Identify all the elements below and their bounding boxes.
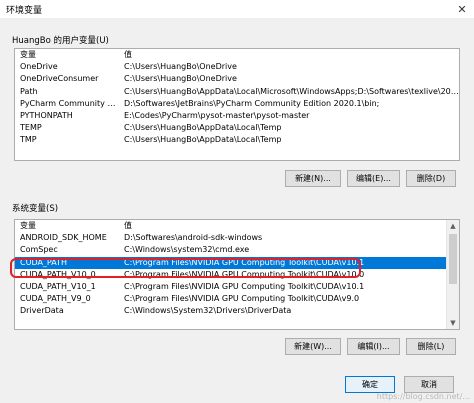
variable-value: C:\Users\HuangBo\OneDrive	[124, 74, 237, 84]
system-edit-button[interactable]: 编辑(I)...	[347, 338, 400, 355]
system-delete-button[interactable]: 删除(L)	[406, 338, 456, 355]
variable-value: C:\Users\HuangBo\OneDrive	[124, 62, 237, 72]
close-icon[interactable]: ✕	[450, 0, 474, 18]
table-row[interactable]: CUDA_PATH C:\Program Files\NVIDIA GPU Com…	[15, 256, 459, 269]
scroll-up-arrow-icon[interactable]: ▲	[447, 220, 459, 232]
cancel-button[interactable]: 取消	[404, 376, 454, 393]
table-row[interactable]: PyCharm Community Editi... D:\Softwares\J…	[15, 98, 459, 110]
variable-value: D:\Softwares\JetBrains\PyCharm Community…	[124, 98, 380, 108]
variable-value: C:\Program Files\NVIDIA GPU Computing To…	[124, 294, 360, 304]
scroll-down-arrow-icon[interactable]: ▼	[447, 317, 459, 329]
table-row[interactable]: PYTHONPATH E:\Codes\PyCharm\pysot-master\…	[15, 110, 459, 122]
variable-name: CUDA_PATH_V10_0	[20, 269, 96, 279]
system-vars-header: 变量 值	[15, 220, 459, 232]
variable-value: C:\Program Files\NVIDIA GPU Computing To…	[124, 257, 365, 267]
variable-value: C:\Users\HuangBo\AppData\Local\Microsoft…	[124, 86, 459, 96]
ok-button[interactable]: 确定	[345, 376, 395, 393]
variable-name: OneDriveConsumer	[20, 74, 99, 84]
variable-value: E:\Codes\PyCharm\pysot-master\pysot-mast…	[124, 110, 310, 120]
variable-name: ComSpec	[20, 245, 58, 255]
title-bar: 环境变量 ✕	[0, 0, 474, 18]
user-vars-list[interactable]: 变量 值 OneDrive C:\Users\HuangBo\OneDrive On…	[14, 48, 460, 161]
table-row[interactable]: ANDROID_SDK_HOME D:\Softwares\android-sdk…	[15, 232, 459, 244]
user-vars-label: HuangBo 的用户变量(U)	[12, 36, 109, 46]
variable-value: C:\Program Files\NVIDIA GPU Computing To…	[124, 281, 365, 291]
scroll-thumb[interactable]	[449, 234, 457, 284]
table-row[interactable]: CUDA_PATH_V9_0 C:\Program Files\NVIDIA GP…	[15, 293, 459, 305]
table-row[interactable]: ComSpec C:\Windows\system32\cmd.exe	[15, 244, 459, 256]
table-row[interactable]: DriverData C:\Windows\System32\Drivers\Dr…	[15, 305, 459, 317]
variable-name: PYTHONPATH	[20, 110, 73, 120]
variable-name: DriverData	[20, 306, 64, 316]
variable-name: TMP	[20, 135, 37, 145]
system-vars-scrollbar[interactable]: ▲ ▼	[446, 220, 459, 329]
variable-value: C:\Windows\System32\Drivers\DriverData	[124, 306, 292, 316]
table-row[interactable]: CUDA_PATH_V10_1 C:\Program Files\NVIDIA G…	[15, 281, 459, 293]
user-delete-button[interactable]: 删除(D)	[406, 170, 456, 187]
variable-value: C:\Program Files\NVIDIA GPU Computing To…	[124, 269, 365, 279]
watermark: https://blog.csdn.net/...	[376, 392, 470, 401]
table-row[interactable]: TEMP C:\Users\HuangBo\AppData\Local\Temp	[15, 122, 459, 134]
table-row[interactable]: Path C:\Users\HuangBo\AppData\Local\Micro…	[15, 86, 459, 98]
variable-name: CUDA_PATH_V10_1	[20, 281, 96, 291]
system-new-button[interactable]: 新建(W)...	[285, 338, 341, 355]
variable-name: TEMP	[20, 123, 42, 133]
variable-value: C:\Users\HuangBo\AppData\Local\Temp	[124, 135, 282, 145]
table-row[interactable]: OneDriveConsumer C:\Users\HuangBo\OneDriv…	[15, 73, 459, 85]
user-vars-header: 变量 值	[15, 49, 459, 61]
variable-value: C:\Windows\system32\cmd.exe	[124, 245, 250, 255]
user-edit-button[interactable]: 编辑(E)...	[347, 170, 400, 187]
table-row[interactable]: CUDA_PATH_V10_0 C:\Program Files\NVIDIA G…	[15, 269, 459, 281]
variable-name: CUDA_PATH	[20, 257, 67, 267]
column-header-value: 值	[124, 221, 132, 230]
variable-name: ANDROID_SDK_HOME	[20, 233, 107, 243]
variable-name: CUDA_PATH_V9_0	[20, 294, 91, 304]
column-header-variable: 变量	[20, 221, 36, 230]
system-vars-label: 系统变量(S)	[12, 204, 59, 214]
variable-name: Path	[20, 86, 38, 96]
user-new-button[interactable]: 新建(N)...	[285, 170, 341, 187]
variable-name: PyCharm Community Editi...	[20, 98, 120, 108]
column-header-variable: 变量	[20, 50, 36, 59]
table-row[interactable]: OneDrive C:\Users\HuangBo\OneDrive	[15, 61, 459, 73]
table-row[interactable]: TMP C:\Users\HuangBo\AppData\Local\Temp	[15, 134, 459, 146]
system-vars-list[interactable]: 变量 值 ANDROID_SDK_HOME D:\Softwares\androi…	[14, 219, 460, 330]
variable-name: OneDrive	[20, 62, 58, 72]
window-title: 环境变量	[6, 5, 43, 16]
column-header-value: 值	[124, 50, 132, 59]
variable-value: D:\Softwares\android-sdk-windows	[124, 233, 263, 243]
variable-value: C:\Users\HuangBo\AppData\Local\Temp	[124, 123, 282, 133]
